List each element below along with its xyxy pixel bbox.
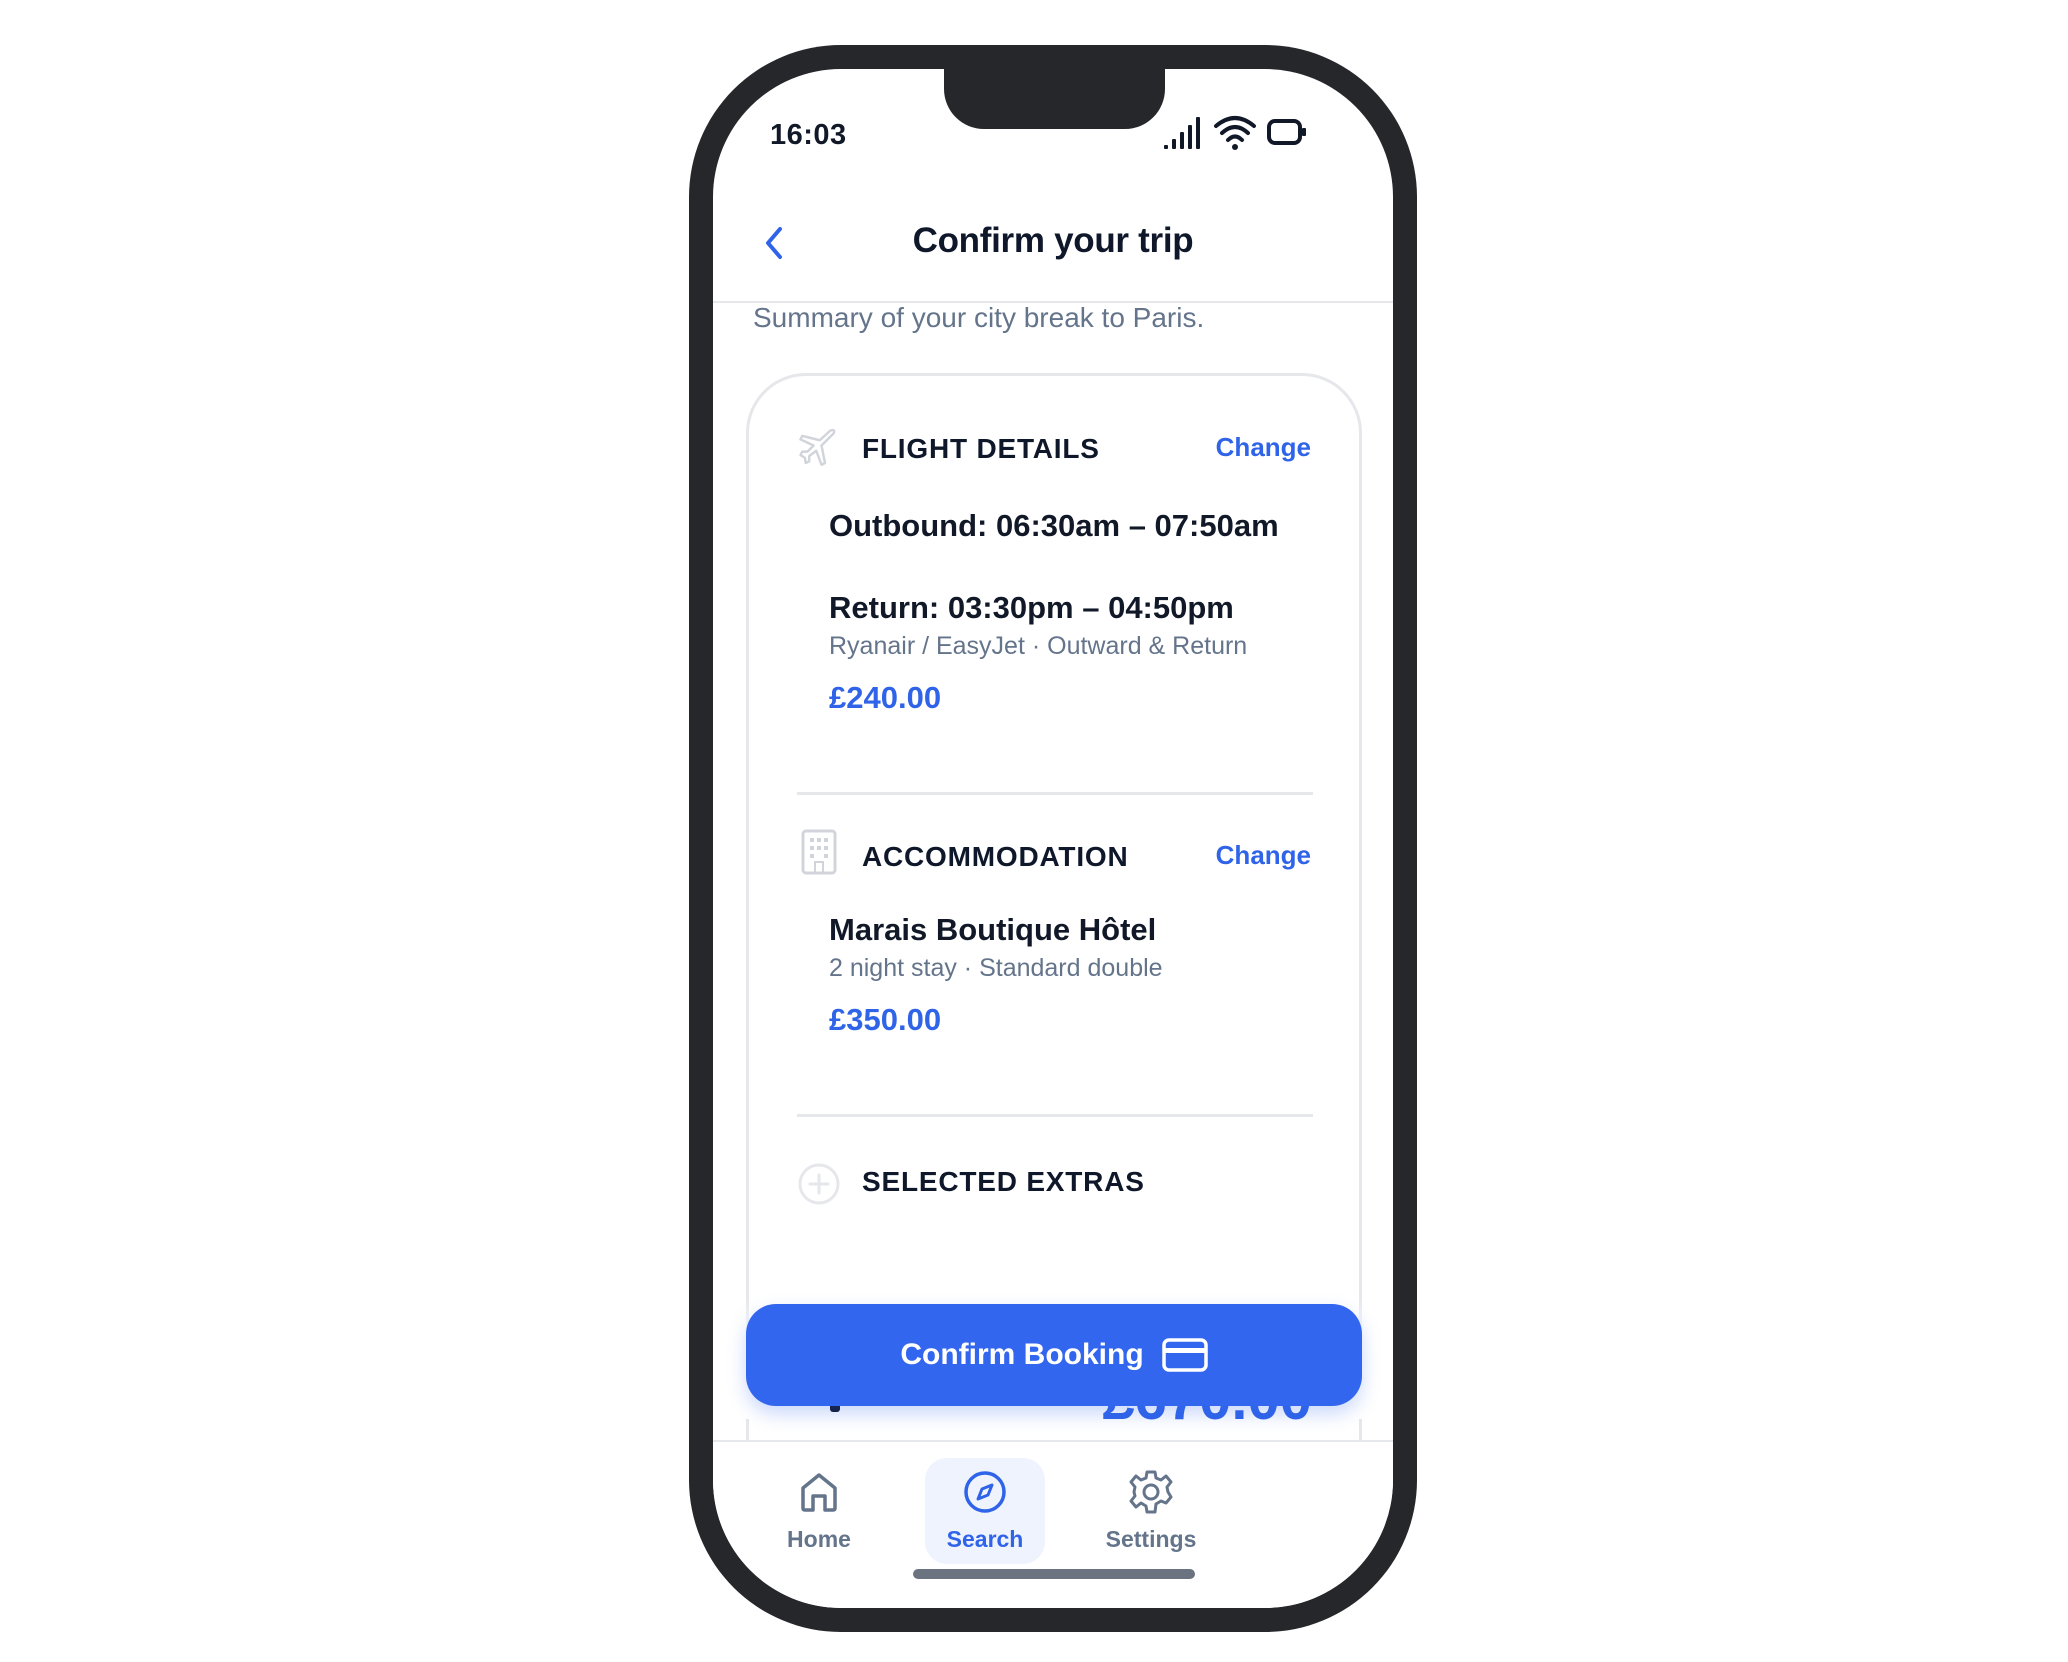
gear-icon (1129, 1470, 1173, 1514)
total-row-partial: £670.00 (746, 1406, 1362, 1440)
status-icons (1163, 113, 1353, 153)
credit-card-icon (1161, 1338, 1208, 1372)
confirm-booking-label: Confirm Booking (900, 1338, 1144, 1371)
return-time: Return: 03:30pm – 04:50pm (829, 590, 1234, 625)
bottom-navigation: Home Search Settings (713, 1440, 1393, 1608)
nav-home-label: Home (787, 1526, 851, 1552)
hotel-name: Marais Boutique Hôtel (829, 912, 1157, 947)
phone-frame: 16:03 Confirm your trip Summary of your … (689, 45, 1417, 1632)
notch (944, 69, 1165, 129)
outbound-time: Outbound: 06:30am – 07:50am (829, 508, 1279, 543)
nav-settings[interactable]: Settings (1091, 1458, 1211, 1564)
total-label-fragment (830, 1406, 840, 1412)
app-screen: 16:03 Confirm your trip Summary of your … (713, 69, 1393, 1608)
top-bar: Confirm your trip (713, 199, 1393, 303)
building-icon (801, 829, 837, 875)
nav-search-label: Search (946, 1526, 1024, 1552)
hotel-details: 2 night stay · Standard double (829, 954, 1163, 982)
nav-home[interactable]: Home (759, 1458, 879, 1564)
divider (797, 792, 1313, 795)
nav-settings-label: Settings (1105, 1526, 1197, 1552)
home-icon (801, 1473, 837, 1512)
flight-price: £240.00 (829, 680, 942, 715)
flight-airlines: Ryanair / EasyJet · Outward & Return (829, 632, 1248, 660)
plus-circle-icon (798, 1163, 840, 1205)
page-title: Confirm your trip (912, 221, 1194, 260)
change-accommodation-link[interactable]: Change (1216, 840, 1311, 871)
trip-summary-text: Summary of your city break to Paris. (753, 302, 1205, 333)
battery-icon (1267, 119, 1306, 145)
accommodation-section-title: ACCOMMODATION (862, 841, 1129, 872)
status-time: 16:03 (770, 119, 847, 151)
nav-search[interactable]: Search (925, 1458, 1045, 1564)
compass-icon (964, 1471, 1006, 1513)
confirm-booking-button[interactable]: Confirm Booking (746, 1304, 1362, 1406)
signal-icon (1164, 117, 1200, 149)
extras-section-title: SELECTED EXTRAS (862, 1166, 1145, 1197)
flight-section-title: FLIGHT DETAILS (862, 433, 1100, 464)
total-amount: £670.00 (1102, 1406, 1312, 1433)
divider (797, 1114, 1313, 1117)
airplane-icon (799, 428, 836, 466)
change-flight-link[interactable]: Change (1216, 432, 1311, 463)
wifi-icon (1214, 116, 1256, 150)
hotel-price: £350.00 (829, 1002, 942, 1037)
home-indicator[interactable] (913, 1569, 1195, 1579)
